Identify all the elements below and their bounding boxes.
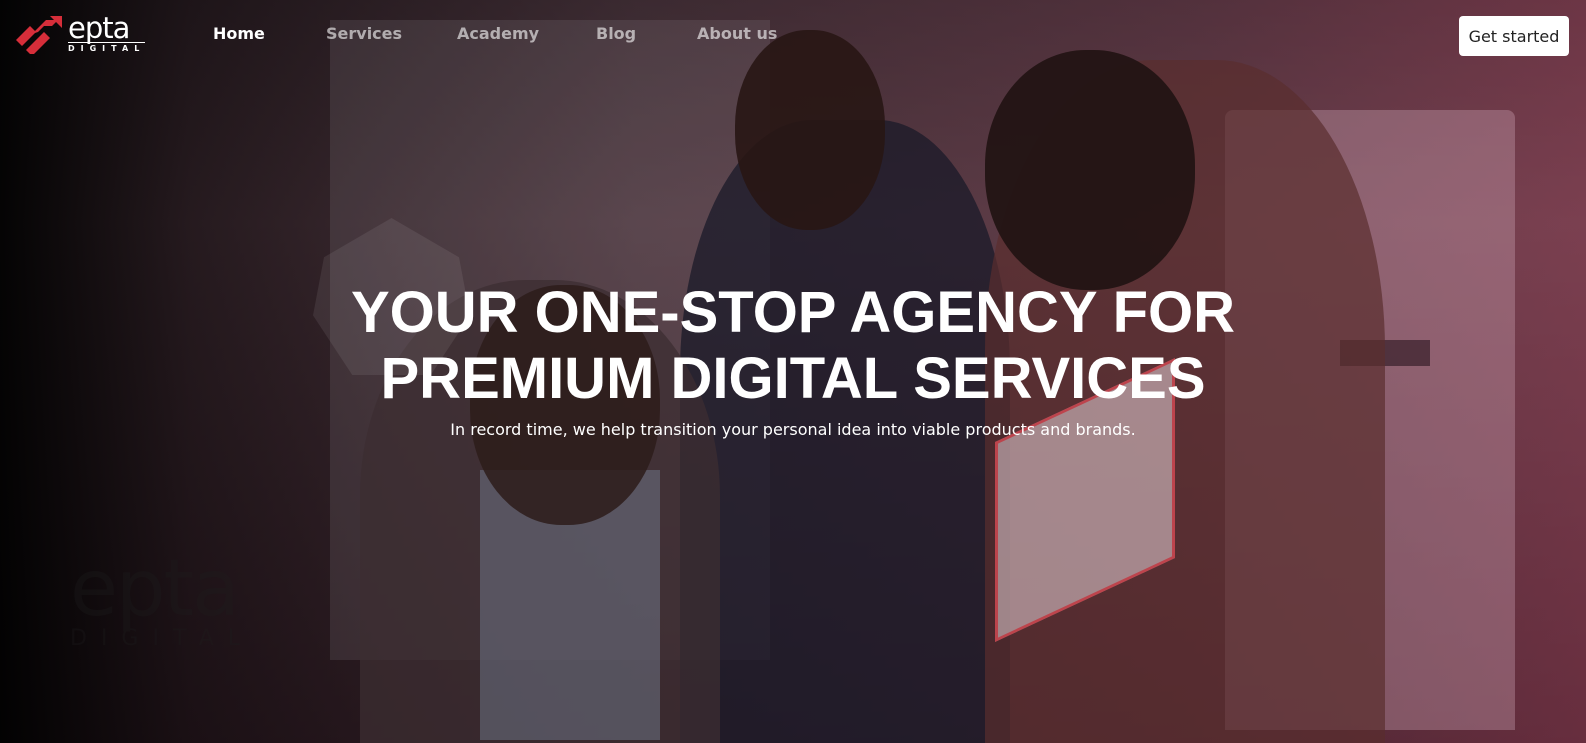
- brand-subtitle: DIGITAL: [68, 42, 146, 53]
- hero-title-line-2: PREMIUM DIGITAL SERVICES: [380, 346, 1206, 411]
- wall-logo-word: epta: [70, 544, 240, 634]
- nav-item-academy[interactable]: Academy: [457, 24, 539, 43]
- background-wall-logo: epta DIGITAL: [70, 550, 260, 660]
- get-started-button[interactable]: Get started: [1459, 16, 1569, 56]
- nav-item-home[interactable]: Home: [213, 24, 265, 43]
- hero-title-line-1: YOUR ONE-STOP AGENCY FOR: [350, 280, 1236, 345]
- brand-logo-text: epta DIGITAL: [68, 11, 146, 53]
- wall-logo-subtitle: DIGITAL: [70, 626, 255, 651]
- brand-logo[interactable]: epta DIGITAL: [14, 11, 146, 54]
- hero-subtitle: In record time, we help transition your …: [450, 420, 1136, 439]
- nav-item-about-us[interactable]: About us: [697, 24, 777, 43]
- brand-logo-icon: [16, 16, 62, 54]
- brand-name: epta: [68, 11, 130, 45]
- site-header: epta DIGITAL Home Services Academy Blog …: [0, 0, 1586, 72]
- nav-item-services[interactable]: Services: [326, 24, 402, 43]
- nav-item-blog[interactable]: Blog: [596, 24, 636, 43]
- hero-title: YOUR ONE-STOP AGENCY FOR PREMIUM DIGITAL…: [0, 280, 1586, 412]
- background-person-woman-head: [985, 50, 1195, 290]
